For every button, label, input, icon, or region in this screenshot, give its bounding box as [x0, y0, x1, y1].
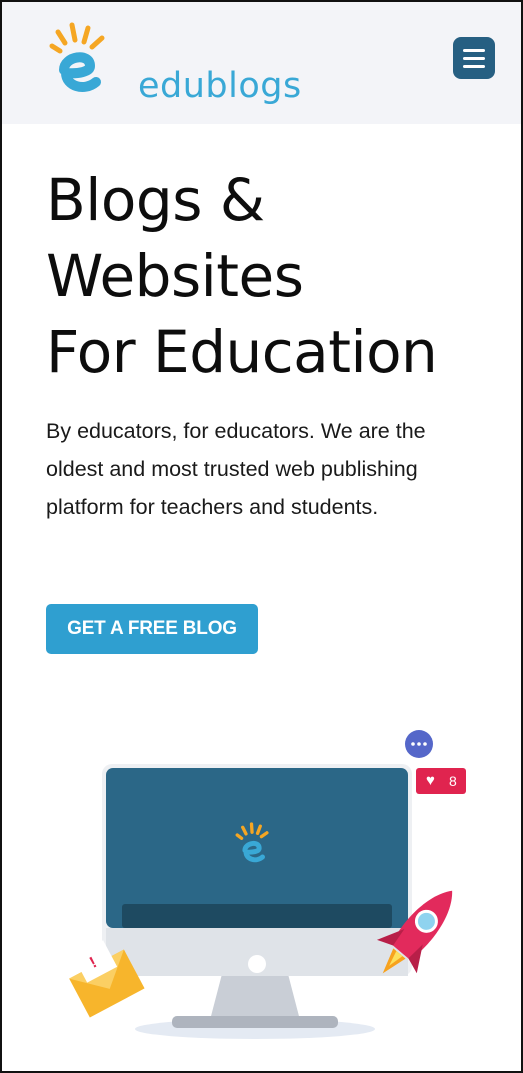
monitor-icon [102, 764, 412, 976]
brand-name: edublogs [138, 66, 302, 106]
chat-bubble-icon [405, 730, 433, 758]
logo-mark-icon [49, 22, 105, 92]
headline-line: For Education [46, 318, 438, 386]
like-notification-badge: ♥ 8 [416, 768, 466, 794]
menu-button[interactable] [453, 37, 495, 79]
like-count: 8 [449, 773, 457, 789]
hero-headline: Blogs & Websites For Education [46, 162, 486, 390]
edublogs-logo[interactable]: edublogs [44, 20, 301, 106]
headline-line: Blogs & [46, 166, 265, 234]
heart-icon: ♥ [426, 772, 435, 789]
hamburger-line [463, 57, 485, 60]
hamburger-menu-icon [463, 49, 485, 52]
site-header: edublogs [2, 2, 521, 124]
headline-line: Websites [46, 242, 304, 310]
get-free-blog-button[interactable]: GET A FREE BLOG [46, 604, 258, 654]
page: edublogs Blogs & Websites For Education … [0, 0, 523, 1073]
monitor-stand [172, 974, 338, 1028]
hamburger-line [463, 65, 485, 68]
hero-description: By educators, for educators. We are the … [46, 419, 426, 519]
